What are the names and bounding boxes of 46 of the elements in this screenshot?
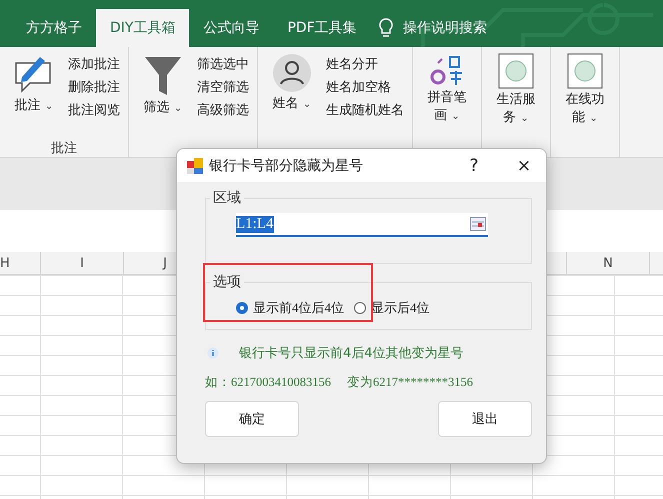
help-button[interactable]: ?: [452, 154, 496, 176]
column-header[interactable]: N: [603, 256, 613, 270]
column-header[interactable]: J: [163, 256, 167, 270]
dialog-button[interactable]: 确定: [205, 401, 299, 437]
close-button[interactable]: ×: [502, 154, 546, 176]
person-icon: [272, 53, 312, 93]
range-field[interactable]: L1:L4: [236, 213, 488, 237]
group-label: 区域: [210, 189, 244, 207]
info-icon: [207, 347, 219, 359]
pinyin-icon: [430, 53, 464, 87]
ribbon-item[interactable]: 删除批注: [68, 78, 120, 96]
radio-option[interactable]: 显示后4位: [354, 299, 430, 317]
info-text: 银行卡号只显示前4后4位其他变为星号: [239, 345, 464, 362]
ribbon-item[interactable]: 筛选选中: [197, 55, 249, 73]
ribbon-item[interactable]: 清空筛选: [197, 78, 249, 96]
dialog-title: 银行卡号部分隐藏为星号: [209, 156, 364, 174]
ribbon-item[interactable]: 高级筛选: [197, 101, 249, 119]
ribbon-large-button[interactable]: 批注 ⌄: [8, 53, 60, 139]
ribbon-item[interactable]: 添加批注: [68, 55, 120, 73]
app-icon: [187, 158, 203, 174]
ribbon-item[interactable]: 批注阅览: [68, 101, 120, 119]
ribbon-item[interactable]: 生成随机姓名: [326, 101, 404, 119]
ribbon-tab[interactable]: 公式向导: [189, 9, 274, 47]
circle-tile-icon: [567, 53, 603, 89]
example-text: 变为6217********3156: [347, 374, 473, 391]
ribbon-large-button[interactable]: 在线功能 ⌄: [559, 53, 611, 139]
lightbulb-icon: [378, 18, 393, 38]
ribbon-large-button[interactable]: 筛选 ⌄: [137, 53, 189, 139]
group-label: 批注: [51, 141, 77, 156]
radio-option[interactable]: 显示前4位后4位: [236, 299, 344, 317]
ribbon-large-button[interactable]: 生活服务 ⌄: [490, 53, 542, 139]
ribbon-item[interactable]: 姓名加空格: [326, 78, 404, 96]
example-text: 如：6217003410083156: [205, 374, 331, 391]
dialog-button[interactable]: 退出: [438, 401, 532, 437]
range-picker-icon[interactable]: [470, 217, 486, 231]
search-label[interactable]: 操作说明搜索: [402, 19, 487, 37]
ribbon-tab[interactable]: PDF工具集: [273, 9, 371, 47]
ribbon-tab[interactable]: 方方格子: [12, 9, 96, 47]
column-header[interactable]: I: [80, 256, 84, 270]
ribbon-item[interactable]: 姓名分开: [326, 55, 404, 73]
ribbon-tab[interactable]: DIY工具箱: [96, 9, 190, 47]
ribbon-large-button[interactable]: 姓名 ⌄: [266, 53, 318, 139]
circle-tile-icon: [498, 53, 534, 89]
column-header[interactable]: H: [0, 256, 10, 270]
ribbon-large-button[interactable]: 拼音笔画 ⌄: [421, 53, 473, 139]
group-label: 选项: [210, 273, 244, 291]
